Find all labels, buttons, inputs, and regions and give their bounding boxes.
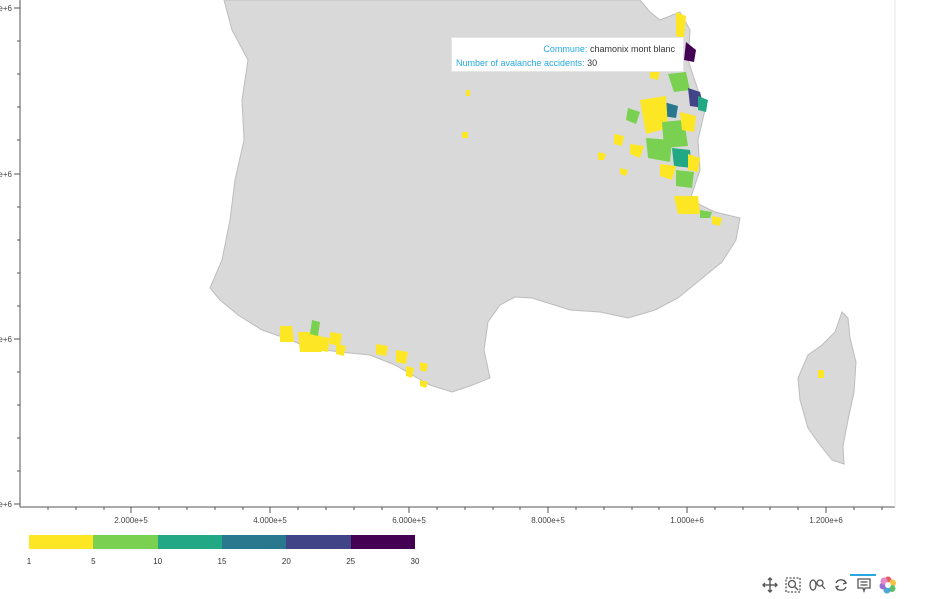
color-bar-swatch [157, 535, 222, 549]
hover-tooltip: Commune: chamonix mont blanc Number of a… [451, 37, 684, 72]
commune-shape[interactable] [674, 196, 700, 214]
commune-shape[interactable] [698, 96, 708, 112]
plot-toolbar [758, 574, 903, 597]
commune-shape[interactable] [466, 90, 470, 96]
corsica-region [797, 311, 857, 465]
color-bar-tick-label: 15 [217, 557, 227, 566]
commune-shape[interactable] [330, 332, 342, 346]
box-zoom-icon[interactable] [783, 575, 803, 595]
hover-icon[interactable] [854, 575, 874, 595]
commune-shape[interactable] [280, 326, 294, 342]
wheel-zoom-icon[interactable] [807, 575, 827, 595]
x-tick-label: 2.000e+5 [114, 516, 148, 525]
color-bar [29, 535, 415, 549]
map-plot[interactable]: 2.000e+5 4.000e+5 6.000e+5 8.000e+5 1.00… [0, 0, 945, 599]
color-bar-ticks: 1 5 10 15 20 25 30 [26, 557, 420, 567]
x-tick-label: 8.000e+5 [531, 516, 565, 525]
reset-icon[interactable] [831, 575, 851, 595]
color-bar-swatch [221, 535, 287, 549]
commune-shape[interactable] [376, 344, 388, 356]
commune-shape[interactable] [406, 366, 414, 378]
commune-shape[interactable] [336, 344, 346, 356]
tooltip-accidents-value: 30 [587, 58, 598, 68]
tooltip-commune-value: chamonix mont blanc [589, 44, 675, 54]
x-tick-label: 1.000e+6 [670, 516, 704, 525]
y-tick-label: e+6 [0, 335, 13, 344]
color-bar-tick-label: 30 [410, 557, 420, 566]
commune-shape[interactable] [396, 350, 408, 364]
y-tick-label: e+6 [0, 170, 13, 179]
color-bar-tick-label: 10 [153, 557, 163, 566]
y-axis-ticks [14, 7, 20, 505]
color-bar-swatch [29, 535, 94, 549]
commune-shape[interactable] [318, 336, 330, 352]
x-tick-label: 4.000e+5 [253, 516, 287, 525]
commune-shape[interactable] [676, 170, 694, 188]
tooltip-commune-key: Commune: [543, 44, 588, 54]
color-bar-tick-label: 25 [346, 557, 356, 566]
color-bar-tick-label: 5 [91, 557, 96, 566]
color-bar-swatch [350, 535, 415, 549]
bokeh-logo-icon[interactable] [878, 575, 898, 595]
color-bar-swatch [286, 535, 351, 549]
y-tick-label: e+6 [0, 4, 13, 13]
x-axis-ticks [47, 507, 883, 513]
color-bar-tick-label: 1 [26, 557, 32, 566]
x-tick-label: 6.000e+5 [392, 516, 426, 525]
color-bar-tick-label: 20 [281, 557, 291, 566]
pan-icon[interactable] [760, 575, 780, 595]
y-tick-label: e+6 [0, 500, 13, 509]
commune-shape[interactable] [684, 42, 696, 62]
commune-shape[interactable] [818, 370, 824, 378]
x-tick-label: 1.200e+6 [809, 516, 843, 525]
color-bar-swatch [93, 535, 158, 549]
commune-shape[interactable] [462, 132, 468, 138]
tooltip-accidents-key: Number of avalanche accidents: [456, 58, 585, 68]
